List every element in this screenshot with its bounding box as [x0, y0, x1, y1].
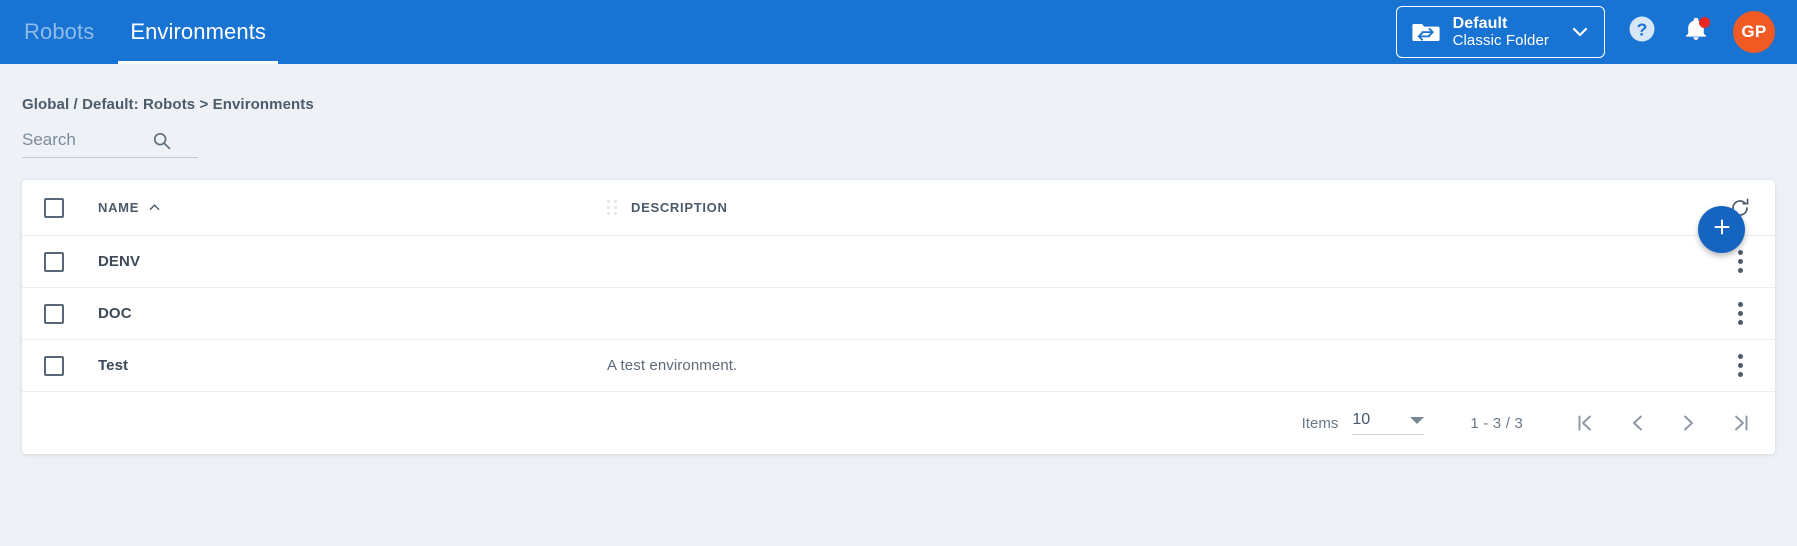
column-header-description[interactable]: DESCRIPTION: [587, 200, 1705, 215]
column-header-description-label: DESCRIPTION: [631, 200, 728, 215]
help-circle-icon: ?: [1627, 14, 1657, 49]
last-page-button[interactable]: [1729, 411, 1753, 435]
row-name-label: DENV: [98, 253, 141, 270]
next-page-button[interactable]: [1677, 411, 1701, 435]
tab-environments[interactable]: Environments: [112, 0, 284, 64]
table-row[interactable]: DENV: [22, 236, 1775, 288]
folder-selector-subtitle: Classic Folder: [1452, 31, 1549, 49]
tab-robots-label: Robots: [24, 19, 95, 44]
row-name-label: DOC: [98, 305, 132, 322]
tab-robots[interactable]: Robots: [6, 0, 112, 64]
kebab-menu-icon[interactable]: [1734, 350, 1747, 381]
table-header-row: NAME DESCRIPTION: [22, 180, 1775, 236]
cell-name: DENV: [64, 253, 587, 270]
environments-table-card: NAME DESCRIPTION DENV DOC Test A test en…: [22, 180, 1775, 454]
row-description-label: A test environment.: [607, 357, 738, 374]
page-body: Global / Default: Robots > Environments …: [0, 64, 1797, 454]
page-size-select[interactable]: 10: [1352, 411, 1425, 435]
plus-icon: [1711, 216, 1733, 243]
chevron-down-icon: [1562, 22, 1590, 42]
items-label: Items: [1301, 414, 1339, 432]
avatar[interactable]: GP: [1733, 10, 1775, 53]
first-page-button[interactable]: [1573, 411, 1597, 435]
column-header-name[interactable]: NAME: [64, 200, 587, 215]
row-checkbox[interactable]: [44, 251, 64, 272]
avatar-initials: GP: [1741, 21, 1767, 41]
add-environment-fab[interactable]: [1698, 206, 1745, 253]
table-row[interactable]: Test A test environment.: [22, 340, 1775, 392]
folder-swap-icon: [1411, 20, 1440, 44]
svg-text:?: ?: [1637, 20, 1648, 40]
pagination-range: 1 - 3 / 3: [1470, 414, 1523, 432]
folder-selector-title: Default: [1452, 14, 1508, 32]
kebab-menu-icon[interactable]: [1734, 246, 1747, 277]
caret-down-icon: [1410, 416, 1425, 424]
help-button[interactable]: ?: [1625, 15, 1659, 49]
cell-description: A test environment.: [587, 357, 1705, 374]
chevron-up-icon: [148, 201, 161, 214]
top-app-bar: Robots Environments Default Classic Fold…: [0, 0, 1797, 64]
main-tabs: Robots Environments: [0, 0, 284, 64]
table-row[interactable]: DOC: [22, 288, 1775, 340]
cell-name: Test: [64, 357, 587, 374]
row-checkbox[interactable]: [44, 303, 64, 324]
app-bar-actions: Default Classic Folder ? GP: [1395, 5, 1775, 59]
search-input[interactable]: [22, 130, 152, 150]
search-field[interactable]: [22, 130, 198, 158]
pagination-bar: Items 10 1 - 3 / 3: [22, 392, 1775, 454]
tab-environments-label: Environments: [130, 19, 267, 44]
breadcrumb: Global / Default: Robots > Environments: [22, 96, 314, 113]
folder-selector-texts: Default Classic Folder: [1453, 15, 1549, 50]
select-all-checkbox[interactable]: [44, 197, 64, 218]
notifications-button[interactable]: [1679, 15, 1713, 49]
page-size-value: 10: [1352, 411, 1371, 428]
row-checkbox[interactable]: [44, 355, 64, 376]
search-icon[interactable]: [152, 131, 171, 150]
column-header-name-label: NAME: [98, 200, 140, 215]
notification-badge: [1699, 16, 1710, 28]
kebab-menu-icon[interactable]: [1734, 298, 1747, 329]
drag-handle-icon[interactable]: [607, 200, 617, 215]
prev-page-button[interactable]: [1625, 411, 1649, 435]
row-menu-button[interactable]: [1705, 350, 1775, 381]
folder-selector[interactable]: Default Classic Folder: [1395, 5, 1605, 59]
row-menu-button[interactable]: [1705, 298, 1775, 329]
row-name-label: Test: [98, 357, 129, 374]
pager-controls: [1573, 411, 1753, 435]
cell-name: DOC: [64, 305, 587, 322]
